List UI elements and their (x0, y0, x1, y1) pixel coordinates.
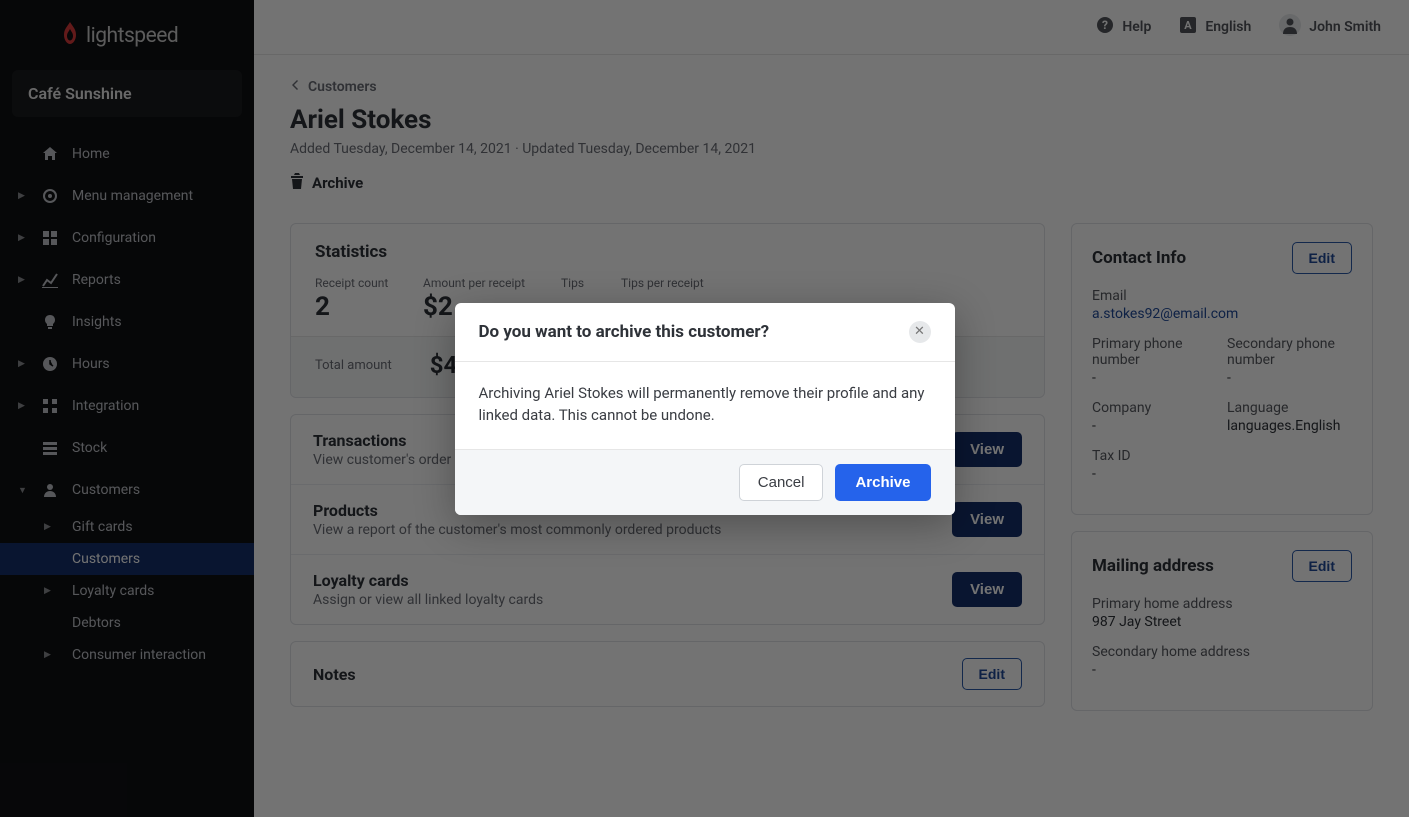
modal-cancel-button[interactable]: Cancel (739, 464, 824, 501)
archive-modal: Do you want to archive this customer? ✕ … (455, 303, 955, 515)
modal-body: Archiving Ariel Stokes will permanently … (455, 362, 955, 449)
modal-title: Do you want to archive this customer? (479, 322, 770, 342)
close-icon: ✕ (914, 324, 925, 339)
modal-overlay[interactable]: Do you want to archive this customer? ✕ … (0, 0, 1409, 817)
modal-archive-button[interactable]: Archive (835, 464, 930, 501)
modal-close-button[interactable]: ✕ (909, 321, 931, 343)
